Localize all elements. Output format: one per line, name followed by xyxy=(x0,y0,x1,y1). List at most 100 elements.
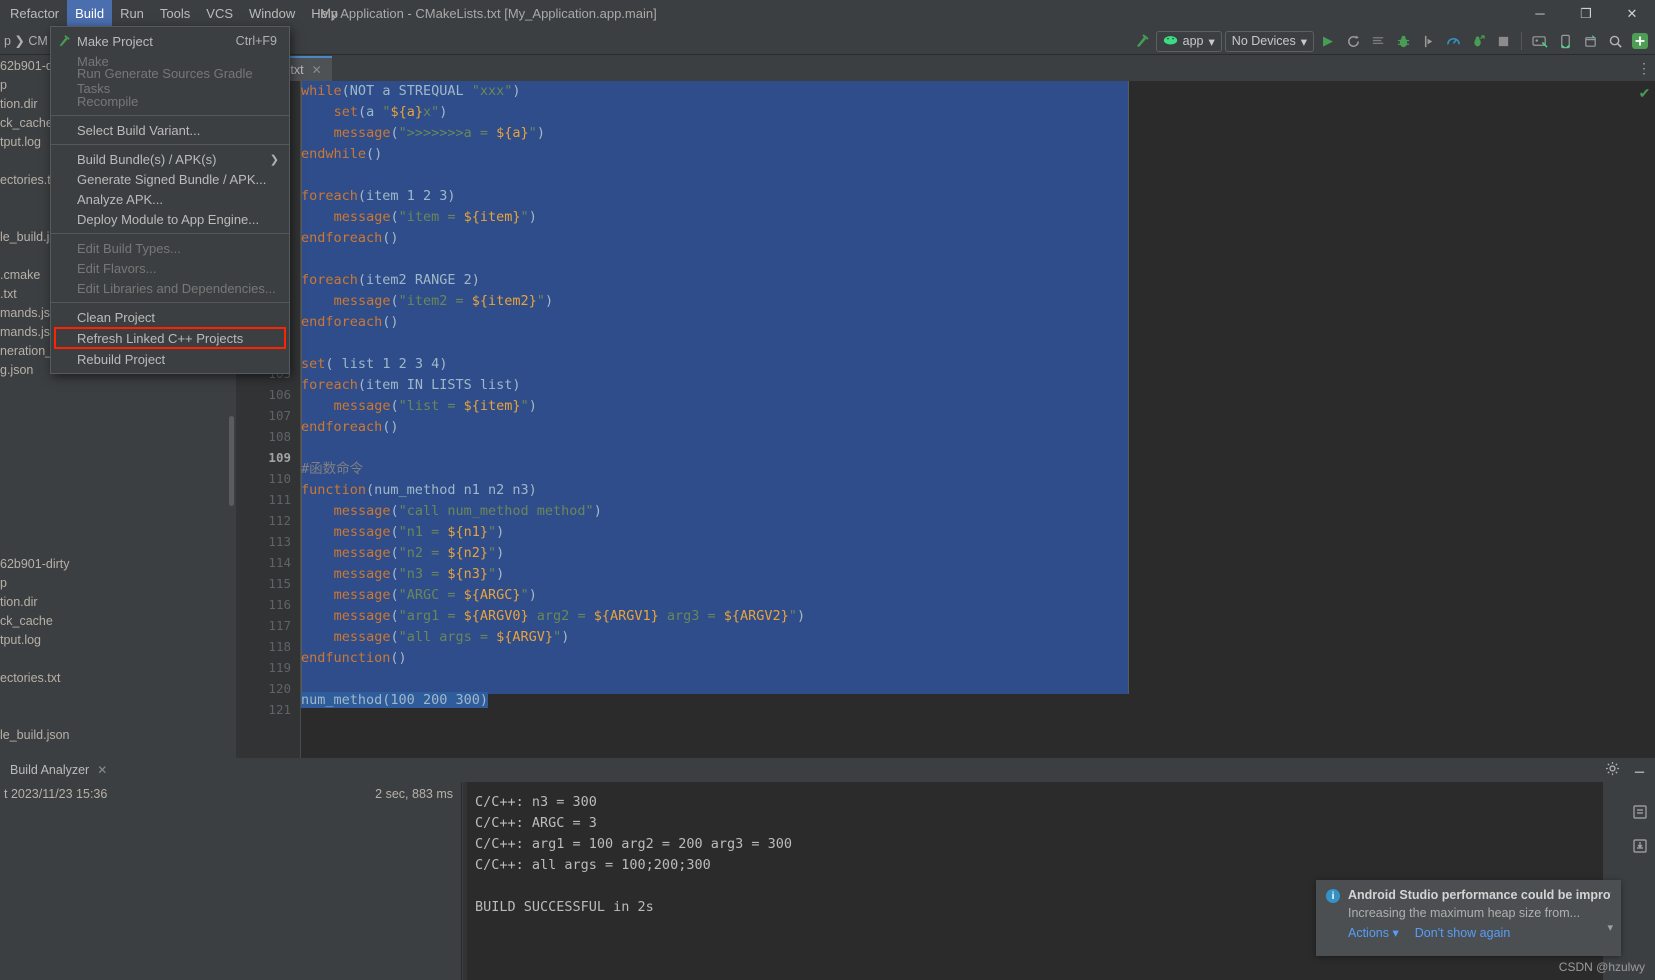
menu-item-deploy-module-to-app-engine[interactable]: Deploy Module to App Engine... xyxy=(51,209,289,229)
line-number: 114 xyxy=(268,555,291,570)
tree-row[interactable]: p xyxy=(0,573,236,592)
sdk-manager-icon[interactable] xyxy=(1579,30,1601,52)
stop-icon[interactable] xyxy=(1492,30,1514,52)
sync-gradle-icon[interactable] xyxy=(1467,30,1489,52)
debug-icon[interactable] xyxy=(1392,30,1414,52)
code-line: message("item = ${item}") xyxy=(333,209,537,225)
menu-item-rebuild-project[interactable]: Rebuild Project xyxy=(51,349,289,369)
code-content[interactable]: while(NOT a STREQUAL "xxx") set(a "${a}x… xyxy=(301,81,1655,758)
menu-item-label: Generate Signed Bundle / APK... xyxy=(77,171,267,187)
gear-icon[interactable] xyxy=(1605,761,1620,779)
tree-row[interactable]: le_build.json xyxy=(0,725,236,744)
notification-dont-show-link[interactable]: Don't show again xyxy=(1415,926,1511,940)
menu-item-analyze-apk[interactable]: Analyze APK... xyxy=(51,189,289,209)
editor-tabstrip: keLists.txt ✕ ⋮ xyxy=(236,56,1655,81)
minimize-button[interactable]: ─ xyxy=(1517,0,1563,27)
plus-icon[interactable] xyxy=(1629,30,1651,52)
tree-row[interactable]: ectories.txt xyxy=(0,668,236,687)
code-line: set(a "${a}x") xyxy=(333,104,448,120)
android-studio-window: Refactor Build Run Tools VCS Window Help… xyxy=(0,0,1655,980)
device-manager-icon[interactable] xyxy=(1554,30,1576,52)
code-line: endwhile() xyxy=(301,146,383,162)
code-editor[interactable]: 1041051061071081091101111121131141151161… xyxy=(236,81,1655,758)
code-line: message("arg1 = ${ARGV0} arg2 = ${ARGV1}… xyxy=(333,608,806,624)
menu-item-refresh-linked-c-projects[interactable]: Refresh Linked C++ Projects xyxy=(54,327,286,349)
build-finished-time: t 2023/11/23 15:36 xyxy=(4,787,108,801)
logcat-icon[interactable] xyxy=(1367,30,1389,52)
apply-changes-icon[interactable] xyxy=(1342,30,1364,52)
code-line: endforeach() xyxy=(301,230,399,246)
tree-row[interactable]: ck_cache xyxy=(0,611,236,630)
close-icon[interactable]: ✕ xyxy=(312,63,322,77)
console-line: C/C++: n3 = 300 xyxy=(475,794,597,810)
toolbar-right-group: app ▾ No Devices ▾ ▶ xyxy=(1131,27,1651,55)
menu-item-make-project[interactable]: Make Project Ctrl+F9 xyxy=(51,31,289,51)
tree-row[interactable]: tput.log xyxy=(0,630,236,649)
menu-vcs[interactable]: VCS xyxy=(198,0,241,27)
chevron-down-icon: ▾ xyxy=(1392,926,1399,940)
collapse-all-icon[interactable] xyxy=(1632,838,1648,858)
tree-row[interactable] xyxy=(0,687,236,706)
minimize-icon[interactable] xyxy=(1632,761,1647,779)
maximize-button[interactable]: ❐ xyxy=(1563,0,1609,27)
line-number: 107 xyxy=(268,408,291,423)
hammer-icon[interactable] xyxy=(1131,30,1153,52)
menu-item-label: Clean Project xyxy=(77,309,156,325)
title-bar: Refactor Build Run Tools VCS Window Help… xyxy=(0,0,1655,27)
menu-separator xyxy=(51,115,289,116)
tree-row[interactable]: 62b901-dirty xyxy=(0,554,236,573)
menu-run[interactable]: Run xyxy=(112,0,152,27)
build-menu-dropdown[interactable]: Make Project Ctrl+F9 Make Run Generate Sour… xyxy=(50,26,290,374)
toolbar-divider xyxy=(1521,32,1522,50)
menu-item-build-bundle-s-apk-s[interactable]: Build Bundle(s) / APK(s) ❯ xyxy=(51,149,289,169)
code-line: foreach(item 1 2 3) xyxy=(301,188,456,204)
menu-item-label: Analyze APK... xyxy=(77,191,163,207)
menu-item-label: Refresh Linked C++ Projects xyxy=(77,330,244,346)
menu-build[interactable]: Build xyxy=(67,0,113,27)
console-line: C/C++: all args = 100;200;300 xyxy=(475,857,711,873)
menu-tools[interactable]: Tools xyxy=(152,0,198,27)
module-selector-label: app xyxy=(1182,34,1204,48)
menu-refactor[interactable]: Refactor xyxy=(2,0,67,27)
build-summary-row[interactable]: t 2023/11/23 15:36 2 sec, 883 ms xyxy=(0,782,461,801)
line-number: 118 xyxy=(268,639,291,654)
editor-tab-options[interactable]: ⋮ xyxy=(1637,56,1651,81)
menu-item-run-generate-sources-gradle-tasks: Run Generate Sources Gradle Tasks xyxy=(51,66,289,96)
profiler-icon[interactable] xyxy=(1442,30,1464,52)
run-icon[interactable]: ▶ xyxy=(1317,30,1339,52)
close-button[interactable]: ✕ xyxy=(1609,0,1655,27)
notification-expand-icon[interactable]: ▾ xyxy=(1607,921,1613,934)
inspection-status-icon[interactable]: ✔ xyxy=(1637,85,1652,101)
line-numbers: 1041051061071081091101111121131141151161… xyxy=(236,342,300,720)
code-line: message(">>>>>>>a = ${a}") xyxy=(333,125,545,141)
expand-all-icon[interactable] xyxy=(1632,804,1648,824)
tree-row[interactable] xyxy=(0,649,236,668)
notification-balloon[interactable]: i Android Studio performance could be im… xyxy=(1316,880,1621,956)
module-selector[interactable]: app ▾ xyxy=(1155,30,1222,52)
tab-build-analyzer[interactable]: Build Analyzer ✕ xyxy=(0,758,117,782)
tree-row[interactable]: tion.dir xyxy=(0,592,236,611)
code-line: message("n1 = ${n1}") xyxy=(333,524,505,540)
menu-item-clean-project[interactable]: Clean Project xyxy=(51,307,289,327)
window-title: My Application - CMakeLists.txt [My_Appl… xyxy=(320,6,657,21)
menu-item-generate-signed-bundle-apk[interactable]: Generate Signed Bundle / APK... xyxy=(51,169,289,189)
search-icon[interactable] xyxy=(1604,30,1626,52)
device-selector[interactable]: No Devices ▾ xyxy=(1224,30,1314,52)
project-tree-scrollbar[interactable] xyxy=(229,416,234,506)
menu-item-label: Select Build Variant... xyxy=(77,122,201,138)
avd-manager-icon[interactable] xyxy=(1529,30,1551,52)
menu-item-edit-build-types: Edit Build Types... xyxy=(51,238,289,258)
code-line: message("n3 = ${n3}") xyxy=(333,566,505,582)
tree-row[interactable] xyxy=(0,706,236,725)
code-line: message("list = ${item}") xyxy=(333,398,537,414)
code-line: foreach(item2 RANGE 2) xyxy=(301,272,480,288)
attach-debugger-icon[interactable] xyxy=(1417,30,1439,52)
bottom-right-toolbar xyxy=(1625,782,1655,980)
line-number: 109 xyxy=(268,450,291,465)
close-icon[interactable]: ✕ xyxy=(97,763,107,777)
menu-item-select-build-variant[interactable]: Select Build Variant... xyxy=(51,120,289,140)
notification-actions-link[interactable]: Actions ▾ xyxy=(1348,925,1399,940)
menu-window[interactable]: Window xyxy=(241,0,303,27)
